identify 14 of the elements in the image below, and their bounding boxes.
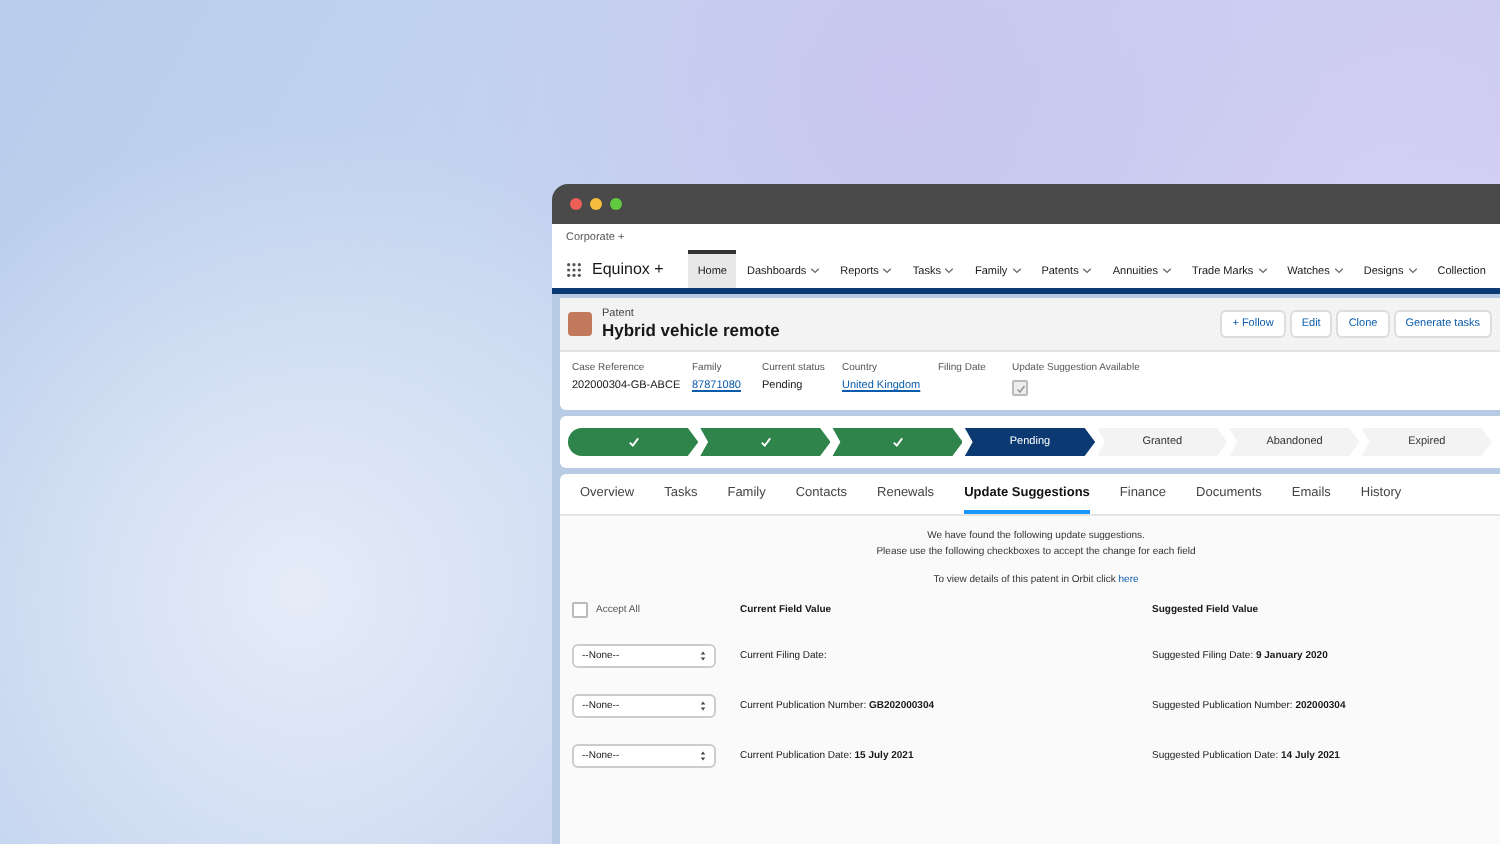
updown-icon (700, 750, 706, 762)
updown-icon (700, 700, 706, 712)
path-stage[interactable] (832, 428, 963, 456)
checkmark-icon (891, 436, 904, 448)
checkbox[interactable] (572, 602, 588, 618)
record-title: Hybrid vehicle remote (602, 320, 780, 340)
app-launcher-icon[interactable] (566, 261, 582, 277)
app-name: Equinox + (592, 260, 664, 278)
path-stage[interactable] (568, 428, 699, 456)
path-stage[interactable] (700, 428, 831, 456)
checkmark-icon (627, 436, 640, 448)
checkmark-icon (759, 436, 772, 448)
updown-icon (700, 650, 706, 662)
patent-icon (568, 312, 592, 336)
